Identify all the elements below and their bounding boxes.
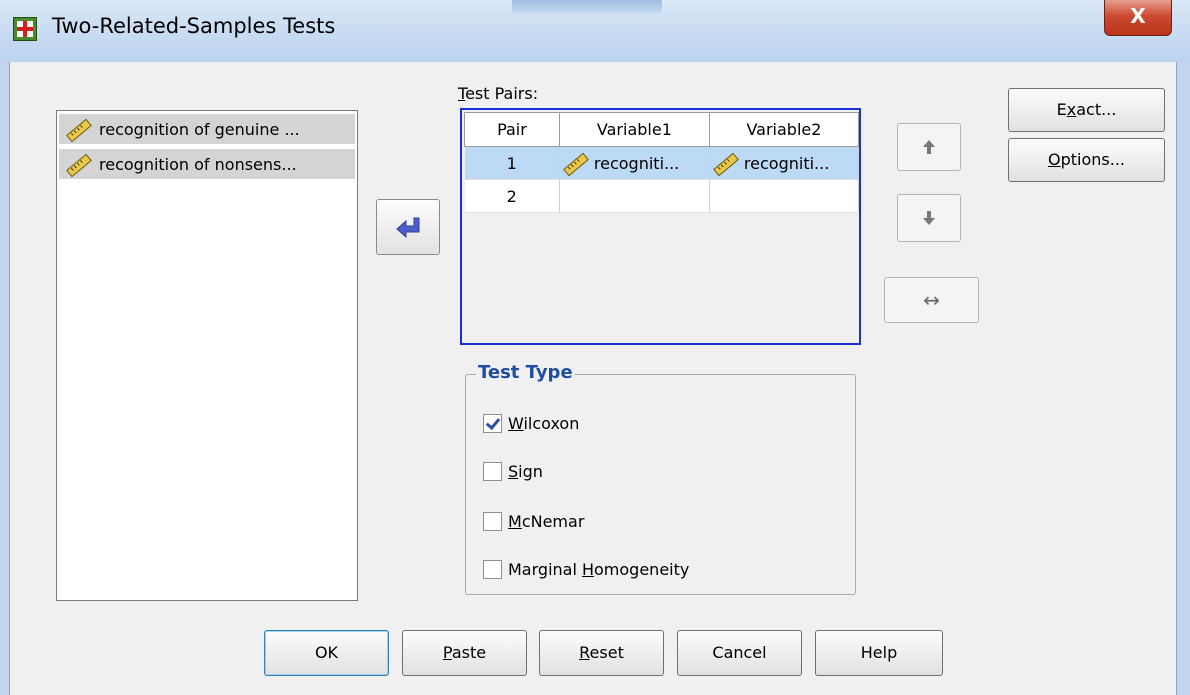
ok-button[interactable]: OK [264,630,389,676]
checkbox-box[interactable] [483,560,502,579]
move-pair-up-button[interactable] [897,123,961,171]
pair-number-cell: 2 [464,179,560,213]
title-bar: Two-Related-Samples Tests X [0,0,1190,62]
sign-checkbox[interactable]: Sign [483,462,543,481]
title-bar-glow [512,0,662,14]
wilcoxon-checkbox[interactable]: Wilcoxon [483,414,579,433]
options-button[interactable]: Options... [1008,138,1165,182]
variable1-cell[interactable]: recogniti... [559,146,710,180]
scale-ruler-icon [65,151,91,177]
wilcoxon-label: Wilcoxon [508,414,580,433]
close-button[interactable]: X [1104,0,1172,36]
swap-variables-button[interactable]: ↔ [884,277,979,323]
variable2-cell[interactable] [709,179,860,213]
cancel-button[interactable]: Cancel [677,630,802,676]
test-type-title: Test Type [476,362,575,383]
variable-label: recognition of genuine ... [99,119,300,139]
source-variable-list[interactable]: recognition of genuine ... recognition o… [56,110,358,601]
window-frame-right [1177,62,1190,695]
move-pair-down-button[interactable] [897,194,961,242]
scale-ruler-icon [562,150,588,176]
window-frame-left [0,62,9,695]
test-pairs-label: Test Pairs: [458,84,539,103]
mcnemar-checkbox[interactable]: McNemar [483,512,584,531]
window-title: Two-Related-Samples Tests [52,14,336,38]
marginal-homogeneity-checkbox[interactable]: Marginal Homogeneity [483,560,689,579]
sign-label: Sign [508,462,543,481]
arrow-left-icon [396,217,420,238]
mcnemar-label: McNemar [508,512,585,531]
checkbox-box[interactable] [483,414,502,433]
help-button[interactable]: Help [815,630,943,676]
list-item[interactable]: recognition of nonsens... [59,149,355,179]
marginal-homogeneity-label: Marginal Homogeneity [508,560,690,579]
column-header-pair: Pair [464,112,560,147]
table-row[interactable]: 2 [464,179,860,213]
move-variable-button[interactable] [376,199,440,255]
table-row[interactable]: 1 recogniti... recogniti... [464,146,860,180]
variable1-cell[interactable] [559,179,710,213]
test-pairs-table: Pair Variable1 Variable2 1 recogniti... … [464,112,860,213]
paste-button[interactable]: Paste [402,630,527,676]
column-header-variable2: Variable2 [708,112,860,147]
checkbox-box[interactable] [483,462,502,481]
list-item[interactable]: recognition of genuine ... [59,114,355,144]
scale-ruler-icon [712,150,738,176]
arrow-down-icon [923,211,935,225]
reset-button[interactable]: Reset [539,630,664,676]
variable2-cell[interactable]: recogniti... [709,146,860,180]
spss-app-icon [13,17,37,41]
scale-ruler-icon [65,116,91,142]
column-header-variable1: Variable1 [558,112,710,147]
arrow-up-icon [923,140,935,154]
test-pairs-grid[interactable]: Pair Variable1 Variable2 1 recogniti... … [460,108,861,345]
pair-number-cell: 1 [464,146,560,180]
variable-label: recognition of nonsens... [99,154,297,174]
checkbox-box[interactable] [483,512,502,531]
exact-button[interactable]: Exact... [1008,88,1165,132]
